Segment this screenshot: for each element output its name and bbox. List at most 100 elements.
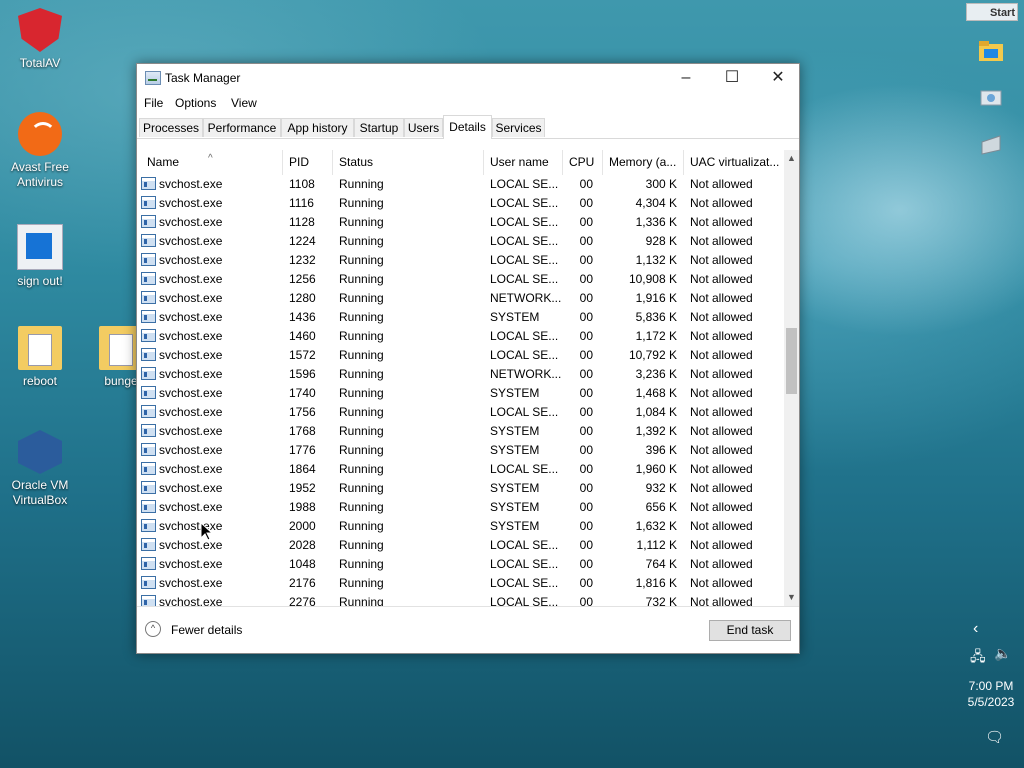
table-row[interactable]: svchost.exe 1768 Running SYSTEM 00 1,392 K Not… (137, 422, 783, 441)
cpu-cell: 00 (579, 386, 593, 400)
user-cell: LOCAL SE... (490, 595, 559, 607)
uac-cell: Not allowed (690, 177, 753, 191)
cpu-cell: 00 (579, 557, 593, 571)
end-task-button[interactable]: End task (709, 620, 791, 641)
title-bar[interactable]: Task Manager – ☐ ✕ (137, 64, 799, 92)
memory-cell: 1,916 K (635, 291, 677, 305)
pid-cell: 1952 (289, 481, 316, 495)
cpu-cell: 00 (579, 310, 593, 324)
tab-services[interactable]: Services (492, 118, 545, 137)
menu-options[interactable]: Options (175, 96, 216, 110)
desktop-icon-signout[interactable]: sign out! (3, 224, 77, 289)
minimize-button[interactable]: – (663, 64, 709, 92)
pid-cell: 2276 (289, 595, 316, 607)
user-cell: NETWORK... (490, 291, 562, 305)
scrollbar-thumb[interactable] (786, 328, 797, 394)
uac-cell: Not allowed (690, 272, 753, 286)
uac-cell: Not allowed (690, 348, 753, 362)
desktop-icon-totalav[interactable]: TotalAV (3, 8, 77, 71)
column-header-memory[interactable]: Memory (a... (603, 150, 684, 175)
desktop-icon-reboot[interactable]: reboot (3, 326, 77, 389)
pid-cell: 1460 (289, 329, 316, 343)
process-icon (141, 386, 156, 399)
network-icon[interactable]: 🖧 (970, 646, 986, 670)
desktop-icon-virtualbox[interactable]: Oracle VM VirtualBox (3, 430, 77, 508)
cpu-cell: 00 (579, 481, 593, 495)
status-cell: Running (339, 310, 384, 324)
fewer-details-link[interactable]: Fewer details (171, 623, 242, 637)
table-row[interactable]: svchost.exe 1280 Running NETWORK... 00 1,916 … (137, 289, 783, 308)
user-cell: LOCAL SE... (490, 462, 559, 476)
system-clock[interactable]: 7:00 PM 5/5/2023 (960, 678, 1022, 710)
memory-cell: 1,132 K (635, 253, 677, 267)
scroll-up-icon[interactable]: ▲ (784, 150, 799, 167)
column-header-cpu[interactable]: CPU (563, 150, 603, 175)
table-row[interactable]: svchost.exe 1232 Running LOCAL SE... 00 1,132… (137, 251, 783, 270)
user-cell: LOCAL SE... (490, 253, 559, 267)
table-row[interactable]: svchost.exe 2176 Running LOCAL SE... 00 1,816… (137, 574, 783, 593)
table-row[interactable]: svchost.exe 1572 Running LOCAL SE... 00 10,79… (137, 346, 783, 365)
table-row[interactable]: svchost.exe 1756 Running LOCAL SE... 00 1,084… (137, 403, 783, 422)
cpu-cell: 00 (579, 462, 593, 476)
table-row[interactable]: svchost.exe 1224 Running LOCAL SE... 00 928 K… (137, 232, 783, 251)
user-cell: NETWORK... (490, 367, 562, 381)
table-row[interactable]: svchost.exe 1116 Running LOCAL SE... 00 4,304… (137, 194, 783, 213)
memory-cell: 928 K (645, 234, 677, 248)
close-button[interactable]: ✕ (755, 64, 801, 92)
memory-cell: 10,908 K (628, 272, 677, 286)
start-button[interactable]: Start (966, 3, 1018, 21)
process-icon (141, 443, 156, 456)
menu-file[interactable]: File (144, 96, 163, 110)
user-cell: LOCAL SE... (490, 215, 559, 229)
column-header-status[interactable]: Status (333, 150, 484, 175)
process-name-cell: svchost.exe (141, 251, 281, 270)
table-row[interactable]: svchost.exe 1776 Running SYSTEM 00 396 K Not a… (137, 441, 783, 460)
table-row[interactable]: svchost.exe 1436 Running SYSTEM 00 5,836 K Not… (137, 308, 783, 327)
table-row[interactable]: svchost.exe 1108 Running LOCAL SE... 00 300 K… (137, 175, 783, 194)
tab-details[interactable]: Details (443, 115, 492, 139)
pid-cell: 1128 (289, 215, 315, 229)
cpu-cell: 00 (579, 405, 593, 419)
column-header-uac[interactable]: UAC virtualizat... (684, 150, 783, 175)
tab-processes[interactable]: Processes (139, 118, 203, 137)
memory-cell: 1,112 K (636, 538, 677, 552)
control-panel-icon[interactable] (978, 88, 1008, 114)
tab-performance[interactable]: Performance (203, 118, 281, 137)
table-row[interactable]: svchost.exe 1988 Running SYSTEM 00 656 K Not a… (137, 498, 783, 517)
table-row[interactable]: svchost.exe 1596 Running NETWORK... 00 3,236 … (137, 365, 783, 384)
volume-icon[interactable]: 🔈 (994, 645, 1011, 662)
maximize-button[interactable]: ☐ (709, 64, 755, 92)
column-header-name[interactable]: ^ Name (141, 150, 283, 175)
table-row[interactable]: svchost.exe 1952 Running SYSTEM 00 932 K Not a… (137, 479, 783, 498)
scroll-down-icon[interactable]: ▼ (784, 589, 799, 606)
table-row[interactable]: svchost.exe 1256 Running LOCAL SE... 00 10,90… (137, 270, 783, 289)
table-row[interactable]: svchost.exe 1740 Running SYSTEM 00 1,468 K Not… (137, 384, 783, 403)
table-row[interactable]: svchost.exe 2276 Running LOCAL SE... 00 732 K… (137, 593, 783, 607)
desktop-icon-avast[interactable]: Avast Free Antivirus (3, 112, 77, 190)
notification-icon[interactable]: 🗨 (985, 728, 1004, 746)
table-row[interactable]: svchost.exe 1864 Running LOCAL SE... 00 1,960… (137, 460, 783, 479)
status-cell: Running (339, 481, 384, 495)
tab-startup[interactable]: Startup (354, 118, 404, 137)
recycle-bin-icon[interactable] (978, 134, 1008, 160)
column-header-pid[interactable]: PID (283, 150, 333, 175)
table-row[interactable]: svchost.exe 1128 Running LOCAL SE... 00 1,336… (137, 213, 783, 232)
tab-app-history[interactable]: App history (281, 118, 354, 137)
vertical-scrollbar[interactable]: ▲ ▼ (784, 150, 799, 606)
table-row[interactable]: svchost.exe 2028 Running LOCAL SE... 00 1,112… (137, 536, 783, 555)
user-cell: LOCAL SE... (490, 177, 559, 191)
file-explorer-icon[interactable] (978, 40, 1008, 66)
menu-view[interactable]: View (231, 96, 257, 110)
user-cell: SYSTEM (490, 481, 540, 495)
user-cell: SYSTEM (490, 386, 540, 400)
table-row[interactable]: svchost.exe 1048 Running LOCAL SE... 00 764 K… (137, 555, 783, 574)
chevron-up-icon[interactable]: ^ (145, 621, 161, 637)
tab-users[interactable]: Users (404, 118, 443, 137)
task-manager-window: Task Manager – ☐ ✕ File Options View Pro… (136, 63, 800, 654)
process-icon (141, 405, 156, 418)
chevron-left-icon[interactable]: ‹ (973, 620, 978, 638)
table-row[interactable]: svchost.exe 2000 Running SYSTEM 00 1,632 K Not… (137, 517, 783, 536)
column-header-user[interactable]: User name (484, 150, 563, 175)
table-row[interactable]: svchost.exe 1460 Running LOCAL SE... 00 1,172… (137, 327, 783, 346)
signout-icon (17, 224, 63, 270)
